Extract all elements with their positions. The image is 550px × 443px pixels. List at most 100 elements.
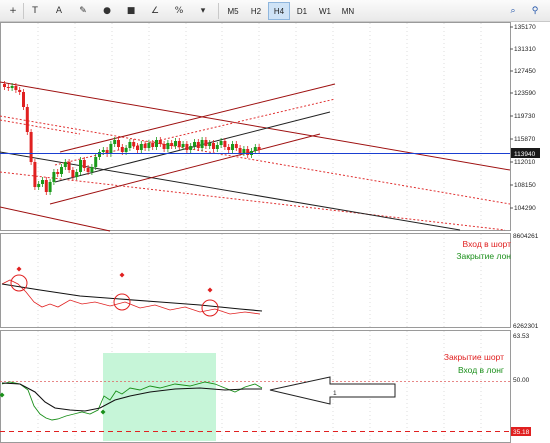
timeframe-m5-button[interactable]: M5	[222, 2, 244, 20]
candle-body	[246, 149, 250, 155]
candle-body	[33, 162, 37, 187]
candle-body	[67, 162, 71, 170]
candle-body	[94, 157, 98, 167]
candle-body	[71, 170, 75, 177]
candle-body	[109, 144, 113, 154]
candle-body	[75, 172, 79, 177]
search-icon[interactable]: ⌕	[504, 2, 522, 20]
panel-border-3	[0, 330, 511, 443]
indicator-2-arrow-label: 1	[333, 390, 337, 397]
candle-body	[139, 144, 143, 150]
candle-body	[227, 147, 231, 150]
pencil-icon[interactable]: ✎	[74, 2, 92, 20]
timeframe-d1-button[interactable]: D1	[291, 2, 313, 20]
indicator-1-red-line	[1, 279, 261, 315]
candle-body	[90, 167, 94, 172]
candle-body	[177, 141, 181, 147]
rectangle-icon[interactable]: ■	[122, 2, 140, 20]
candle-body	[162, 144, 166, 149]
candle-body	[189, 146, 193, 150]
zoom-icon[interactable]: ⚲	[526, 2, 544, 20]
candle-body	[181, 144, 185, 147]
desc-channel-mid	[0, 115, 511, 205]
candle-body	[22, 92, 25, 107]
candle-body	[3, 84, 6, 87]
asc-channel-black	[54, 111, 331, 183]
indicator-1-bottom-label: 6262301	[513, 323, 539, 330]
candle-body	[257, 147, 261, 150]
trendline-icon[interactable]: ∠	[146, 2, 164, 20]
indicator-1-signal-circle	[201, 299, 219, 317]
candle-body	[147, 143, 151, 148]
candle-body	[18, 90, 22, 92]
fibonacci-icon[interactable]: %	[170, 2, 188, 20]
candle-body	[60, 167, 63, 174]
current-price-label: 113940	[514, 151, 536, 158]
candle-body	[113, 140, 117, 144]
indicator-2-text-short-close: Закрытие шорт	[444, 352, 504, 362]
chart-canvas[interactable]: 135170 131310 127450 123590 119730 115870 1120…	[0, 22, 550, 443]
timeframe-w1-button[interactable]: W1	[314, 2, 336, 20]
timeframe-h2-button[interactable]: H2	[245, 2, 267, 20]
timeframe-mn-button[interactable]: MN	[337, 2, 359, 20]
indicator-1-signal-marker	[119, 272, 125, 278]
price-tick-label: 135170	[514, 24, 536, 31]
candle-body	[234, 144, 238, 148]
price-tick-label: 115870	[514, 136, 536, 143]
price-drawings[interactable]	[0, 81, 511, 232]
indicator-1-signal-marker	[16, 266, 22, 272]
price-tick-label: 131310	[514, 46, 536, 53]
price-tick-label: 119730	[514, 113, 536, 120]
ellipse-icon[interactable]: ●	[98, 2, 116, 20]
text-label-icon[interactable]: T	[26, 2, 44, 20]
dropdown-icon[interactable]: ▾	[194, 2, 212, 20]
price-tick-label: 112010	[514, 159, 536, 166]
candle-body	[25, 107, 29, 132]
candles	[3, 81, 261, 195]
desc-channel-lower	[0, 171, 506, 231]
crosshair-icon[interactable]: +	[4, 2, 22, 20]
indicator-2-highlight-zone	[103, 353, 216, 441]
candle-body	[223, 141, 227, 147]
candle-body	[79, 160, 82, 172]
candle-body	[170, 143, 174, 146]
price-tick-label: 108150	[514, 182, 536, 189]
candle-body	[132, 142, 136, 146]
candle-body	[82, 160, 86, 168]
candle-body	[86, 168, 90, 172]
indicator-1-signal-circle	[113, 293, 131, 311]
candle-body	[238, 148, 242, 153]
timeframe-h4-button[interactable]: H4	[268, 2, 290, 20]
candle-body	[204, 140, 208, 146]
candle-body	[124, 148, 128, 152]
asc-channel-top	[59, 83, 336, 153]
candle-body	[208, 143, 212, 146]
desc-channel-bottom	[0, 206, 111, 232]
candle-body	[41, 180, 44, 184]
indicator-2-axis-top: 63.53	[513, 333, 530, 340]
candle-body	[37, 184, 41, 187]
chart-area[interactable]: 135170 131310 127450 123590 119730 115870 1120…	[0, 22, 550, 443]
candle-body	[10, 86, 14, 88]
candle-body	[48, 182, 52, 192]
text-icon[interactable]: A	[50, 2, 68, 20]
candle-body	[158, 140, 162, 144]
indicator-1-top-label: 8604261	[513, 233, 539, 240]
desc-channel-top	[0, 81, 511, 171]
candle-body	[63, 162, 67, 167]
candle-body	[242, 149, 246, 153]
toolbar-separator	[218, 3, 219, 19]
candle-body	[143, 144, 147, 148]
candle-body	[155, 140, 158, 147]
asc-channel-dotted-1	[54, 98, 336, 166]
price-tick-label: 127450	[514, 68, 536, 75]
indicator-1-text-short-entry: Вход в шорт	[463, 239, 512, 249]
candle-body	[44, 180, 48, 192]
toolbar-separator	[23, 3, 24, 19]
indicator-1-signal-marker	[207, 287, 213, 293]
price-grid	[0, 22, 511, 443]
candle-body	[174, 141, 177, 146]
candle-body	[98, 152, 101, 157]
candle-body	[128, 142, 132, 148]
candle-body	[52, 172, 56, 182]
